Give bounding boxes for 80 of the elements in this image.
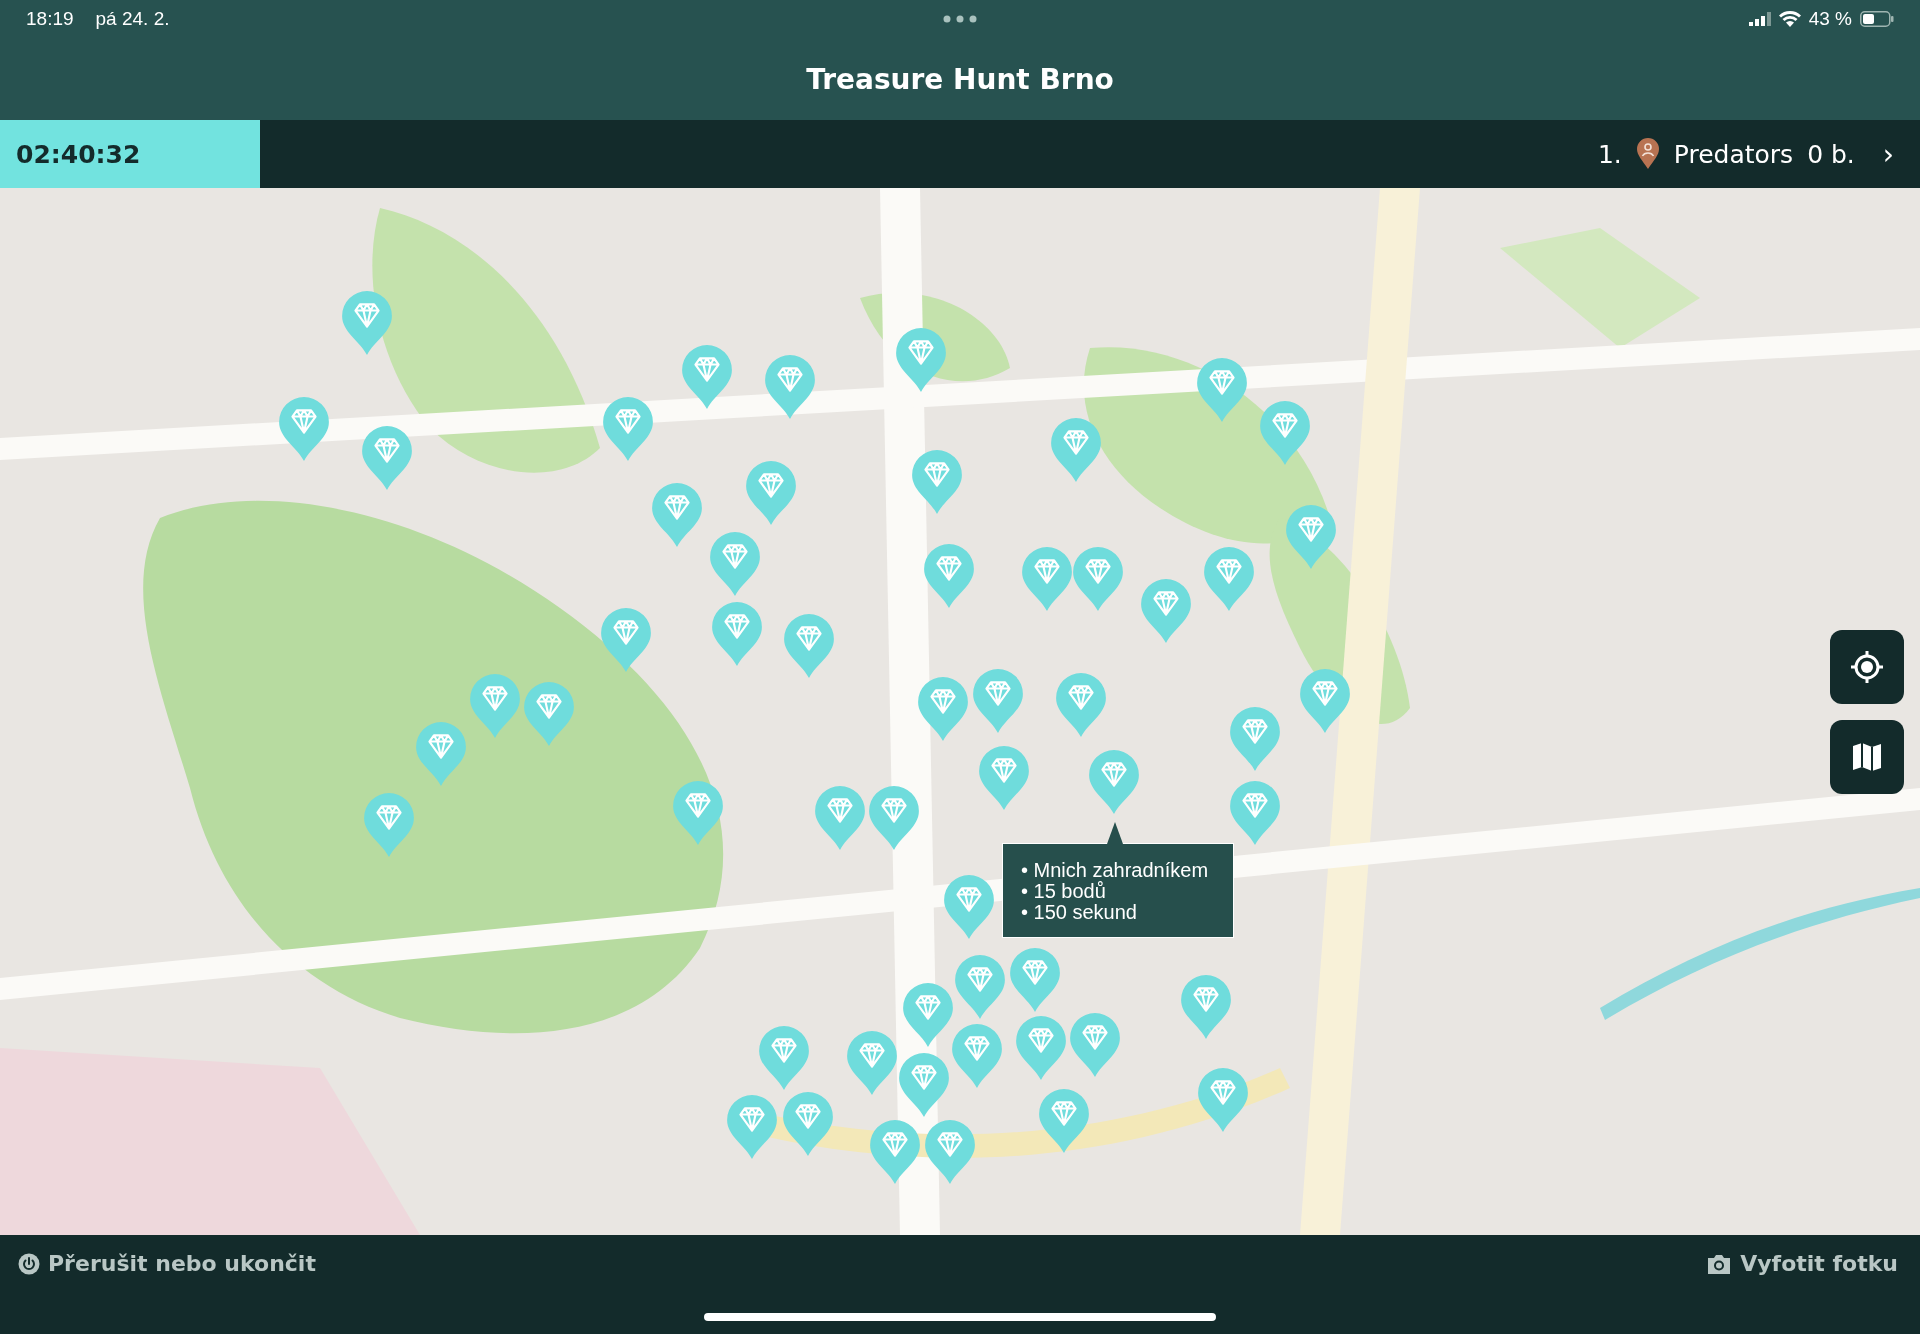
team-rank: 1.: [1597, 139, 1622, 169]
power-icon: [18, 1252, 40, 1275]
diamond-pin-icon[interactable]: [903, 983, 953, 1047]
status-date: pá 24. 2.: [95, 8, 170, 30]
diamond-pin-icon[interactable]: [952, 1024, 1002, 1088]
diamond-pin-icon[interactable]: [979, 746, 1029, 810]
diamond-pin-icon[interactable]: [746, 461, 796, 525]
diamond-pin-icon[interactable]: [342, 291, 392, 355]
diamond-pin-icon[interactable]: [896, 328, 946, 392]
diamond-pin-icon[interactable]: [1286, 505, 1336, 569]
camera-icon: [1706, 1252, 1733, 1275]
diamond-pin-icon[interactable]: [682, 345, 732, 409]
diamond-pin-icon[interactable]: [815, 786, 865, 850]
diamond-pin-icon[interactable]: [924, 544, 974, 608]
diamond-pin-icon[interactable]: [899, 1053, 949, 1117]
tooltip-line: • 150 sekund: [1021, 902, 1138, 923]
diamond-pin-icon[interactable]: [1016, 1016, 1066, 1080]
diamond-pin-icon[interactable]: [673, 781, 723, 845]
tooltip-line: • 15 bodů: [1021, 881, 1107, 902]
diamond-pin-icon[interactable]: [870, 1120, 920, 1184]
countdown-timer: 02:40:32: [0, 120, 260, 188]
diamond-pin-icon[interactable]: [759, 1026, 809, 1090]
diamond-pin-icon[interactable]: [1089, 750, 1139, 814]
diamond-pin-icon[interactable]: [925, 1120, 975, 1184]
team-score: 0 b.: [1807, 139, 1855, 169]
diamond-pin-icon[interactable]: [279, 397, 329, 461]
diamond-pin-icon[interactable]: [1198, 1068, 1248, 1132]
battery-percent: 43 %: [1808, 8, 1852, 30]
wifi-icon: [1778, 11, 1801, 27]
diamond-pin-icon[interactable]: [416, 722, 466, 786]
diamond-pin-icon[interactable]: [1141, 579, 1191, 643]
tooltip-line: • Mnich zahradníkem: [1021, 860, 1210, 881]
diamond-pin-icon[interactable]: [1010, 948, 1060, 1012]
diamond-pin-icon[interactable]: [784, 614, 834, 678]
signal-icon: [1748, 12, 1771, 26]
diamond-pin-icon[interactable]: [603, 397, 653, 461]
diamond-pin-icon[interactable]: [727, 1095, 777, 1159]
status-time: 18:19: [26, 8, 74, 30]
more-dots-icon: [943, 15, 977, 23]
diamond-pin-icon[interactable]: [362, 426, 412, 490]
diamond-pin-icon[interactable]: [1181, 975, 1231, 1039]
diamond-pin-icon[interactable]: [847, 1031, 897, 1095]
crosshair-icon: [1849, 649, 1885, 685]
team-name: Predators: [1673, 139, 1794, 169]
diamond-pin-icon[interactable]: [1300, 669, 1350, 733]
locate-button[interactable]: [1830, 630, 1904, 704]
diamond-pin-icon[interactable]: [1070, 1013, 1120, 1077]
map-layers-button[interactable]: [1830, 720, 1904, 794]
diamond-pin-icon[interactable]: [524, 682, 574, 746]
diamond-pin-icon[interactable]: [652, 483, 702, 547]
diamond-pin-icon[interactable]: [1022, 547, 1072, 611]
diamond-pin-icon[interactable]: [1260, 401, 1310, 465]
diamond-pin-icon[interactable]: [1230, 707, 1280, 771]
diamond-pin-icon[interactable]: [1197, 358, 1247, 422]
diamond-pin-icon[interactable]: [1056, 673, 1106, 737]
location-pin-icon: [1635, 138, 1660, 170]
diamond-pin-icon[interactable]: [783, 1092, 833, 1156]
diamond-pin-icon[interactable]: [470, 674, 520, 738]
chevron-link[interactable]: ›: [1882, 137, 1894, 171]
diamond-pin-icon[interactable]: [712, 602, 762, 666]
diamond-pin-icon[interactable]: [869, 786, 919, 850]
diamond-pin-icon[interactable]: [918, 677, 968, 741]
diamond-pin-icon[interactable]: [1051, 418, 1101, 482]
diamond-pin-icon[interactable]: [710, 532, 760, 596]
diamond-pin-icon[interactable]: [1039, 1089, 1089, 1153]
diamond-pin-icon[interactable]: [912, 450, 962, 514]
map-icon: [1852, 742, 1882, 772]
app-title: Treasure Hunt Brno: [806, 62, 1114, 96]
quit-button[interactable]: Přerušit nebo ukončit: [14, 1247, 320, 1280]
battery-icon: [1860, 11, 1894, 27]
diamond-pin-icon[interactable]: [1204, 547, 1254, 611]
diamond-pin-icon[interactable]: [944, 875, 994, 939]
diamond-pin-icon[interactable]: [973, 669, 1023, 733]
diamond-pin-icon[interactable]: [601, 608, 651, 672]
diamond-pin-icon[interactable]: [1073, 547, 1123, 611]
take-photo-button[interactable]: Vyfotit fotku: [1702, 1247, 1902, 1280]
diamond-pin-icon[interactable]: [1230, 781, 1280, 845]
diamond-pin-icon[interactable]: [765, 355, 815, 419]
diamond-pin-icon[interactable]: [364, 793, 414, 857]
diamond-pin-icon[interactable]: [955, 955, 1005, 1019]
